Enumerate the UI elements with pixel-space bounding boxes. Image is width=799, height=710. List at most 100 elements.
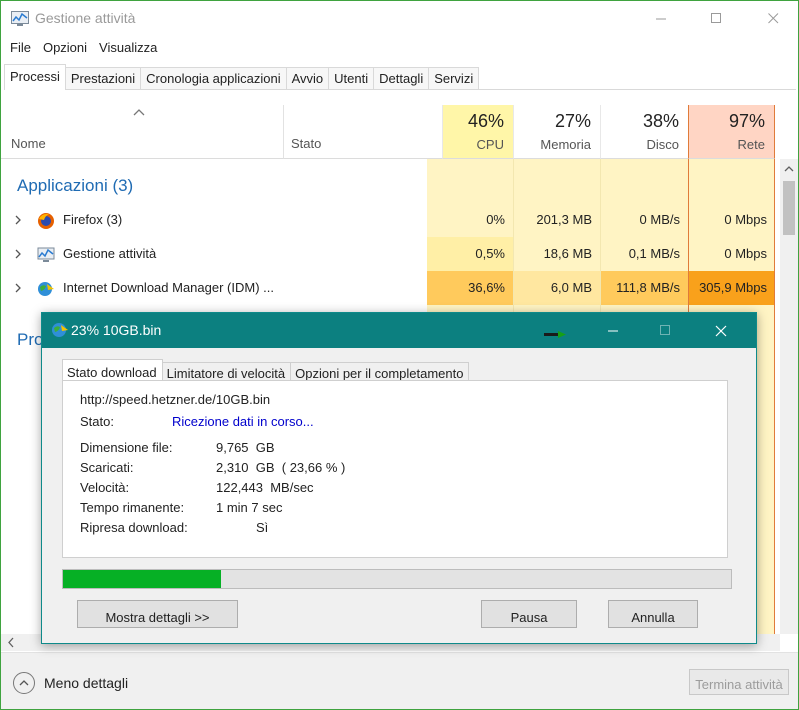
download-info-panel: http://speed.hetzner.de/10GB.bin Stato: … [62,380,728,558]
menu-bar: File Opzioni Visualizza [1,38,163,60]
menu-file[interactable]: File [4,38,37,60]
menu-options[interactable]: Opzioni [37,38,93,60]
column-label-network: Rete [737,137,765,152]
title-bar[interactable]: Gestione attività [1,1,798,37]
download-url: http://speed.hetzner.de/10GB.bin [80,392,271,407]
process-name: Firefox (3) [63,212,123,227]
tab-strip: Processi Prestazioni Cronologia applicaz… [4,64,796,90]
network-total-percent: 97% [728,111,765,131]
tab-completion-options[interactable]: Opzioni per il completamento [290,362,470,382]
column-header-state[interactable]: Stato [284,105,442,159]
tab-processes[interactable]: Processi [4,64,66,90]
scroll-up-icon[interactable] [780,161,798,177]
column-label-disk: Disco [646,137,679,152]
minimize-button[interactable] [638,1,684,35]
column-header-disk[interactable]: 38% Disco [600,105,688,159]
column-header-memory[interactable]: 27% Memoria [513,105,600,159]
table-row[interactable]: Internet Download Manager (IDM) ... 36,6… [1,271,780,305]
task-manager-icon [37,247,55,262]
disk-value: 0 MB/s [639,212,680,227]
memory-value: 201,3 MB [536,212,592,227]
idm-title: 23% 10GB.bin [71,322,162,338]
minimize-icon [607,330,618,332]
memory-value: 18,6 MB [543,246,592,261]
vertical-scrollbar[interactable] [780,159,798,634]
memory-total-percent: 27% [554,111,591,131]
column-header-network[interactable]: 97% Rete [688,105,775,159]
chevron-up-icon [19,680,29,686]
firefox-icon [38,213,54,229]
scroll-thumb[interactable] [783,181,795,235]
tab-services[interactable]: Servizi [428,67,480,89]
download-activity-icon [544,331,566,338]
column-label-state: Stato [291,136,322,151]
show-details-button[interactable]: Mostra dettagli >> [77,600,238,628]
column-label-name: Nome [11,136,46,151]
end-task-button[interactable]: Termina attività [689,669,789,695]
sort-ascending-icon [133,109,145,116]
table-row[interactable]: Firefox (3) 0% 201,3 MB 0 MB/s 0 Mbps [1,203,780,237]
column-header-name[interactable]: Nome [1,105,284,159]
footer: Meno dettagli Termina attività [1,652,798,709]
minimize-icon [655,18,666,19]
expand-chevron-icon[interactable] [13,282,23,294]
resume-label: Ripresa download: [80,520,188,535]
group-title: Applicazioni (3) [17,176,134,195]
idm-close-button[interactable] [698,313,744,348]
speed-label: Velocità: [80,480,130,495]
cpu-total-percent: 46% [467,111,504,131]
idm-globe-icon [52,323,68,337]
process-name: Gestione attività [63,246,157,261]
disk-value: 0,1 MB/s [628,246,680,261]
time-left-value: 1 min 7 sec [216,500,283,515]
tab-users[interactable]: Utenti [328,67,375,89]
downloaded-value: 2,310 GB ( 23,66 % ) [216,460,346,475]
network-value: 305,9 Mbps [699,280,767,295]
download-progress-bar [62,569,732,589]
less-details-label[interactable]: Meno dettagli [44,675,128,691]
window-title: Gestione attività [35,10,136,26]
tab-startup[interactable]: Avvio [285,67,330,89]
group-header-apps[interactable]: Applicazioni (3) [1,159,780,195]
idm-maximize-button[interactable] [642,313,688,348]
idm-globe-icon [38,282,54,296]
expand-chevron-icon[interactable] [13,248,23,260]
column-header-cpu[interactable]: 46% CPU [442,105,513,159]
close-button[interactable] [750,1,796,35]
status-value: Ricezione dati in corso... [172,414,314,429]
task-manager-icon [11,11,29,26]
file-size-label: Dimensione file: [80,440,173,455]
maximize-icon [659,325,670,335]
pause-button[interactable]: Pausa [481,600,577,628]
disk-value: 111,8 MB/s [616,280,680,295]
time-left-label: Tempo rimanente: [80,500,185,515]
tab-details[interactable]: Dettagli [373,67,430,89]
tab-app-history[interactable]: Cronologia applicazioni [140,67,287,89]
column-label-memory: Memoria [540,137,591,152]
idm-tab-strip: Stato download Limitatore di velocità Op… [62,358,470,383]
cpu-value: 0,5% [475,246,505,261]
tab-performance[interactable]: Prestazioni [64,67,142,89]
downloaded-label: Scaricati: [80,460,134,475]
download-progress-fill [63,570,222,588]
network-value: 0 Mbps [724,246,767,261]
group-title-partial: Pro [17,330,44,349]
tab-speed-limiter[interactable]: Limitatore di velocità [161,362,292,382]
menu-view[interactable]: Visualizza [93,38,163,60]
file-size-value: 9,765 GB [216,440,275,455]
cpu-value: 0% [486,212,505,227]
idm-download-dialog: 23% 10GB.bin Stato download Limitatore d… [41,312,757,644]
idm-minimize-button[interactable] [590,313,636,348]
table-row[interactable]: Gestione attività 0,5% 18,6 MB 0,1 MB/s … [1,237,780,271]
disk-total-percent: 38% [642,111,679,131]
scroll-left-icon[interactable] [3,634,19,651]
status-label: Stato: [80,414,114,429]
maximize-button[interactable] [693,1,739,35]
maximize-icon [710,12,721,23]
network-value: 0 Mbps [724,212,767,227]
close-icon [715,325,727,336]
cancel-button[interactable]: Annulla [608,600,698,628]
expand-chevron-icon[interactable] [13,214,23,226]
idm-title-bar[interactable]: 23% 10GB.bin [42,313,756,348]
less-details-button[interactable] [13,672,35,694]
